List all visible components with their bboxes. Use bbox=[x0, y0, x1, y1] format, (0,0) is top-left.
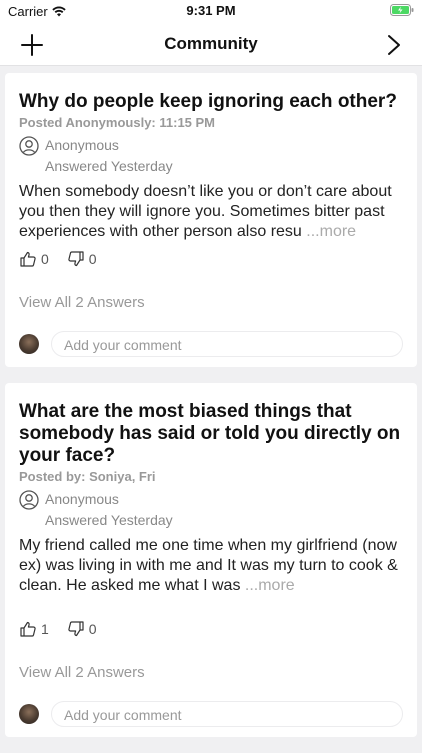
author-name: Anonymous bbox=[45, 491, 119, 507]
answered-time: Answered Yesterday bbox=[45, 512, 173, 528]
avatar bbox=[19, 334, 39, 354]
author-name: Anonymous bbox=[45, 137, 119, 153]
reactions: 0 0 bbox=[19, 250, 403, 268]
thumbs-down-icon bbox=[68, 251, 84, 267]
avatar bbox=[19, 704, 39, 724]
user-icon bbox=[19, 136, 39, 156]
clock: 9:31 PM bbox=[186, 3, 236, 18]
user-icon bbox=[19, 490, 39, 510]
like-count: 1 bbox=[41, 621, 49, 637]
view-all-answers-link[interactable]: View All 2 Answers bbox=[19, 294, 403, 311]
more-link[interactable]: ...more bbox=[245, 577, 295, 594]
answer-body: My friend called me one time when my gir… bbox=[19, 537, 398, 594]
comment-row: Add your comment bbox=[19, 701, 403, 727]
question-title[interactable]: What are the most biased things that som… bbox=[19, 401, 403, 467]
chevron-right-icon[interactable] bbox=[384, 31, 404, 59]
dislike-button[interactable]: 0 bbox=[67, 620, 97, 638]
comment-row: Add your comment bbox=[19, 331, 403, 357]
answer-text: My friend called me one time when my gir… bbox=[19, 536, 403, 596]
status-bar: Carrier 9:31 PM bbox=[0, 0, 422, 22]
answered-time: Answered Yesterday bbox=[45, 158, 173, 174]
question-feed: Why do people keep ignoring each other? … bbox=[5, 73, 417, 753]
question-card: What are the most biased things that som… bbox=[5, 383, 417, 737]
posted-info: Posted by: Soniya, Fri bbox=[19, 469, 156, 484]
dislike-button[interactable]: 0 bbox=[67, 250, 97, 268]
dislike-count: 0 bbox=[88, 251, 97, 267]
thumbs-down-icon bbox=[68, 621, 84, 637]
answer-author: Anonymous Answered Yesterday bbox=[19, 136, 403, 174]
thumbs-up-icon bbox=[20, 621, 36, 637]
thumbs-up-icon bbox=[20, 251, 36, 267]
view-all-answers-link[interactable]: View All 2 Answers bbox=[19, 664, 403, 681]
battery-icon bbox=[390, 4, 414, 19]
question-title[interactable]: Why do people keep ignoring each other? bbox=[19, 91, 403, 113]
posted-info: Posted Anonymously: 11:15 PM bbox=[19, 115, 216, 130]
question-card: Why do people keep ignoring each other? … bbox=[5, 73, 417, 367]
navigation-bar: Community bbox=[0, 22, 422, 66]
like-count: 0 bbox=[41, 251, 49, 267]
like-button[interactable]: 0 bbox=[19, 250, 49, 268]
answer-text: When somebody doesn’t like you or don’t … bbox=[19, 182, 403, 242]
comment-input[interactable]: Add your comment bbox=[51, 331, 403, 357]
reactions: 1 0 bbox=[19, 620, 403, 638]
comment-input[interactable]: Add your comment bbox=[51, 701, 403, 727]
page-title: Community bbox=[164, 34, 258, 53]
answer-author: Anonymous Answered Yesterday bbox=[19, 490, 403, 528]
dislike-count: 0 bbox=[88, 621, 97, 637]
more-link[interactable]: ...more bbox=[306, 223, 356, 240]
like-button[interactable]: 1 bbox=[19, 620, 49, 638]
